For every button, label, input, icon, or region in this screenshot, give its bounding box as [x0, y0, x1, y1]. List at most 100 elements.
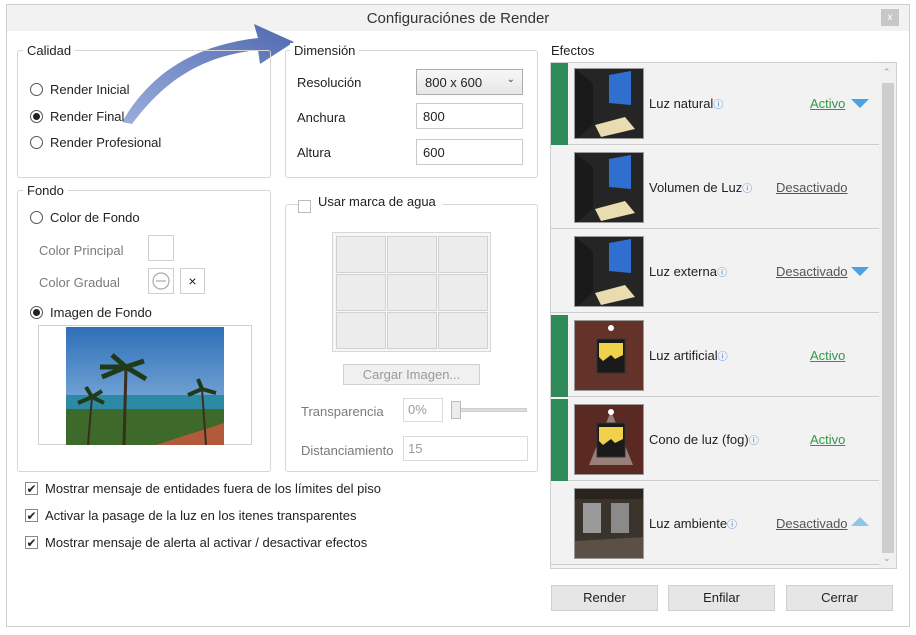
radio-render-final[interactable]: Render Final	[30, 109, 124, 124]
info-icon[interactable]: ⓘ	[717, 268, 727, 279]
cerrar-button[interactable]: Cerrar	[786, 585, 893, 611]
checkbox-box: ✔	[25, 481, 38, 496]
effect-item-luz-externa[interactable]: Luz externaⓘ Desactivado	[551, 231, 879, 313]
option-label: Mostrar mensaje de alerta al activar / d…	[45, 535, 368, 550]
radio-circle	[30, 110, 43, 123]
cargar-imagen-button[interactable]: Cargar Imagen...	[343, 364, 480, 385]
effect-status[interactable]: Desactivado	[776, 264, 848, 279]
info-icon[interactable]: ⓘ	[742, 184, 752, 195]
effect-item-luz-natural[interactable]: Luz naturalⓘ Activo	[551, 63, 879, 145]
effect-name: Luz ambienteⓘ	[649, 516, 738, 531]
effect-thumbnail	[574, 320, 644, 391]
radio-label: Render Profesional	[50, 135, 162, 150]
watermark-checkbox[interactable]: Usar marca de agua	[298, 190, 442, 213]
option-checkbox-entidades[interactable]: ✔ Mostrar mensaje de entidades fuera de …	[25, 481, 381, 496]
effect-item-luz-artificial[interactable]: Luz artificialⓘ Activo	[551, 315, 879, 397]
effects-scrollbar[interactable]: ⌃ ⌄	[879, 63, 896, 568]
effect-name: Luz naturalⓘ	[649, 96, 724, 111]
grid-cell[interactable]	[336, 236, 386, 273]
watermark-label: Usar marca de agua	[318, 194, 436, 209]
active-indicator	[551, 399, 568, 481]
radio-render-inicial[interactable]: Render Inicial	[30, 82, 130, 97]
active-indicator	[551, 315, 568, 397]
option-label: Mostrar mensaje de entidades fuera de lo…	[45, 481, 382, 496]
info-icon[interactable]: ⓘ	[749, 436, 759, 447]
effect-name: Cono de luz (fog)ⓘ	[649, 432, 759, 447]
color-principal-label: Color Principal	[39, 243, 124, 258]
effect-status[interactable]: Activo	[810, 96, 845, 111]
checkbox-box: ✔	[25, 535, 38, 550]
scroll-up-icon[interactable]: ⌃	[883, 67, 891, 78]
calidad-legend: Calidad	[23, 43, 76, 58]
radio-circle	[30, 83, 43, 96]
altura-label: Altura	[297, 145, 331, 160]
altura-input[interactable]: 600	[416, 139, 523, 165]
effect-status[interactable]: Desactivado	[776, 180, 848, 195]
distanciamiento-label: Distanciamiento	[301, 443, 394, 458]
clear-color-button[interactable]: ×	[180, 268, 205, 294]
watermark-position-grid[interactable]	[332, 232, 491, 352]
grid-cell[interactable]	[387, 312, 437, 349]
effect-thumbnail	[574, 152, 644, 223]
grid-cell[interactable]	[336, 312, 386, 349]
radio-label: Render Final	[50, 109, 125, 124]
effect-item-luz-ambiente[interactable]: Luz ambienteⓘ Desactivado	[551, 483, 879, 565]
close-button[interactable]: x	[881, 9, 899, 26]
no-color-icon	[152, 272, 170, 290]
effect-status[interactable]: Activo	[810, 432, 845, 447]
enfilar-button[interactable]: Enfilar	[668, 585, 775, 611]
option-checkbox-alerta[interactable]: ✔ Mostrar mensaje de alerta al activar /…	[25, 535, 367, 550]
background-image-preview[interactable]	[38, 325, 252, 445]
color-principal-swatch[interactable]	[148, 235, 174, 261]
radio-circle	[30, 306, 43, 319]
expand-arrow-icon[interactable]	[851, 267, 869, 276]
resolucion-label: Resolución	[297, 75, 362, 90]
info-icon[interactable]: ⓘ	[713, 100, 723, 111]
option-checkbox-pasage-luz[interactable]: ✔ Activar la pasage de la luz en los ite…	[25, 508, 356, 523]
effect-name: Volumen de Luzⓘ	[649, 180, 753, 195]
effect-item-cono-luz[interactable]: Cono de luz (fog)ⓘ Activo	[551, 399, 879, 481]
render-button[interactable]: Render	[551, 585, 658, 611]
resolucion-value: 800 x 600	[425, 75, 483, 90]
grid-cell[interactable]	[438, 274, 488, 311]
option-label: Activar la pasage de la luz en los itene…	[45, 508, 357, 523]
checkbox-box: ✔	[25, 508, 38, 523]
grid-cell[interactable]	[336, 274, 386, 311]
grid-cell[interactable]	[438, 236, 488, 273]
beach-image	[66, 327, 224, 445]
collapse-arrow-icon[interactable]	[851, 517, 869, 526]
color-gradual-swatch[interactable]	[148, 268, 174, 294]
resolucion-select[interactable]: 800 x 600 ⌄	[416, 69, 523, 95]
effect-thumbnail	[574, 488, 644, 559]
radio-label: Color de Fondo	[50, 210, 140, 225]
grid-cell[interactable]	[387, 236, 437, 273]
info-icon[interactable]: ⓘ	[718, 352, 728, 363]
effect-status[interactable]: Desactivado	[776, 516, 848, 531]
radio-circle	[30, 211, 43, 224]
distanciamiento-input[interactable]: 15	[403, 436, 528, 461]
transparencia-label: Transparencia	[301, 404, 384, 419]
effect-name: Luz externaⓘ	[649, 264, 727, 279]
radio-imagen-fondo[interactable]: Imagen de Fondo	[30, 305, 152, 320]
scrollbar-thumb[interactable]	[882, 83, 894, 553]
anchura-label: Anchura	[297, 110, 346, 125]
effect-thumbnail	[574, 68, 644, 139]
scroll-down-icon[interactable]: ⌄	[883, 553, 891, 564]
fondo-legend: Fondo	[23, 183, 68, 198]
effect-item-volumen-luz[interactable]: Volumen de Luzⓘ Desactivado	[551, 147, 879, 229]
grid-cell[interactable]	[387, 274, 437, 311]
radio-color-fondo[interactable]: Color de Fondo	[30, 210, 140, 225]
efectos-title: Efectos	[551, 43, 595, 58]
anchura-input[interactable]: 800	[416, 103, 523, 129]
transparencia-slider-thumb[interactable]	[451, 401, 461, 419]
transparencia-input[interactable]: 0%	[403, 398, 443, 422]
info-icon[interactable]: ⓘ	[727, 520, 737, 531]
expand-arrow-icon[interactable]	[851, 99, 869, 108]
effects-list: Luz naturalⓘ Activo Volumen de Luzⓘ Desa…	[550, 62, 897, 569]
grid-cell[interactable]	[438, 312, 488, 349]
radio-label: Imagen de Fondo	[50, 305, 152, 320]
effect-name: Luz artificialⓘ	[649, 348, 728, 363]
effect-status[interactable]: Activo	[810, 348, 845, 363]
radio-render-profesional[interactable]: Render Profesional	[30, 135, 161, 150]
transparencia-slider-track[interactable]	[451, 408, 527, 412]
